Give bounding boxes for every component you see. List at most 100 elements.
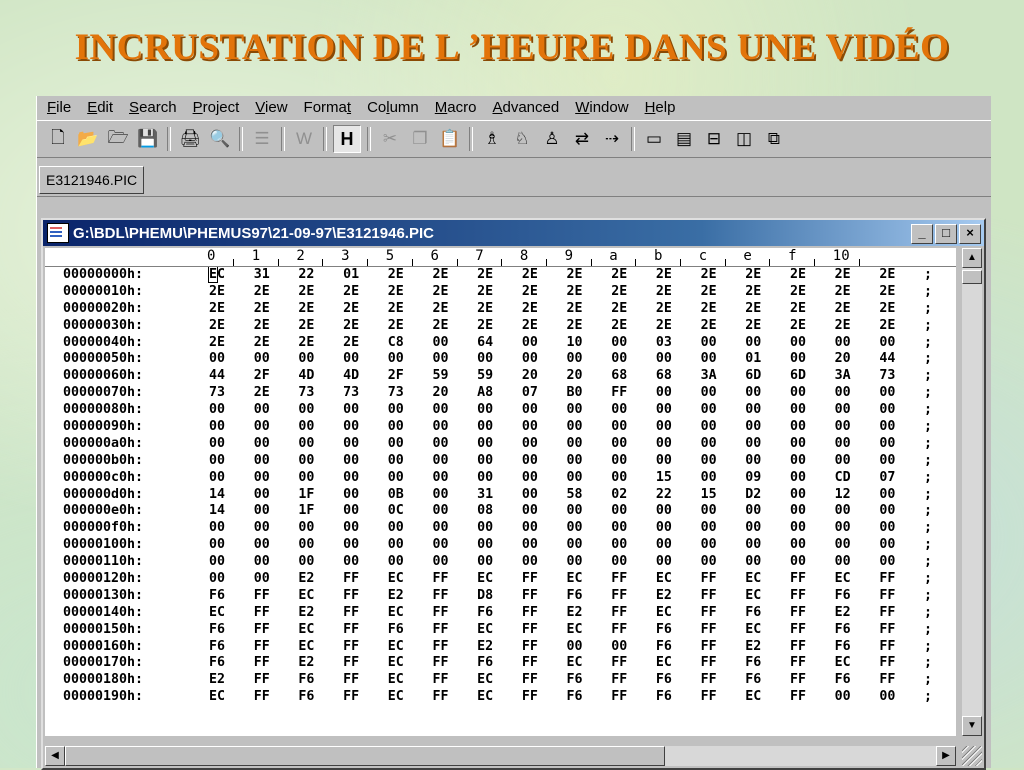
hex-byte[interactable]: 44 xyxy=(879,351,924,368)
hex-byte[interactable]: 00 xyxy=(254,436,299,453)
hex-byte[interactable]: 00 xyxy=(209,554,254,571)
hex-byte[interactable]: 2E xyxy=(254,335,299,352)
hex-byte[interactable]: 15 xyxy=(656,470,701,487)
hex-byte[interactable]: 00 xyxy=(343,470,388,487)
hex-byte[interactable]: FF xyxy=(343,655,388,672)
hex-byte[interactable]: 00 xyxy=(835,453,880,470)
hex-byte[interactable]: 00 xyxy=(567,419,612,436)
hex-byte[interactable]: 00 xyxy=(298,436,343,453)
hex-byte[interactable]: 00 xyxy=(477,554,522,571)
hex-byte[interactable]: 00 xyxy=(835,419,880,436)
hex-byte[interactable]: C8 xyxy=(388,335,433,352)
hex-byte[interactable]: EC xyxy=(298,622,343,639)
hex-byte[interactable]: 64 xyxy=(477,335,522,352)
hex-byte[interactable]: 00 xyxy=(477,402,522,419)
hex-byte[interactable]: FF xyxy=(879,672,924,689)
hex-byte[interactable]: FF xyxy=(701,588,746,605)
hex-byte[interactable]: 00 xyxy=(522,520,567,537)
horizontal-scroll-thumb[interactable] xyxy=(65,746,665,766)
hex-byte[interactable]: F6 xyxy=(567,588,612,605)
hex-byte[interactable]: 00 xyxy=(432,520,477,537)
hex-byte[interactable]: EC xyxy=(388,639,433,656)
hex-byte[interactable]: F6 xyxy=(567,689,612,706)
hex-byte[interactable]: 00 xyxy=(388,554,433,571)
hex-byte[interactable]: 00 xyxy=(477,453,522,470)
hex-byte[interactable]: FF xyxy=(611,385,656,402)
hex-byte[interactable]: 00 xyxy=(477,520,522,537)
hex-byte[interactable]: 2E xyxy=(522,318,567,335)
hex-byte[interactable]: 2E xyxy=(388,267,433,284)
hex-cursor-byte[interactable]: EC xyxy=(207,266,254,284)
hex-byte[interactable]: FF xyxy=(790,655,835,672)
hex-byte[interactable]: 2E xyxy=(432,318,477,335)
hex-byte[interactable]: EC xyxy=(745,571,790,588)
hex-byte[interactable]: 44 xyxy=(209,368,254,385)
hex-byte[interactable]: FF xyxy=(343,622,388,639)
hex-byte[interactable]: 00 xyxy=(209,436,254,453)
hex-byte[interactable]: 00 xyxy=(432,436,477,453)
hex-byte[interactable]: 00 xyxy=(611,436,656,453)
table-row[interactable]: 00000080h: 00 00 00 00 00 00 00 00 00 00 00 00 00 00 00… xyxy=(45,402,956,419)
table-row[interactable]: 00000180h: E2 FF F6 FF EC FF EC FF F6 FF F6 FF F6 FF F6… xyxy=(45,672,956,689)
hex-byte[interactable]: F6 xyxy=(477,655,522,672)
hex-byte[interactable]: 20 xyxy=(432,385,477,402)
hex-byte[interactable]: EC xyxy=(835,571,880,588)
hex-byte[interactable]: EC xyxy=(835,655,880,672)
hex-byte[interactable]: 00 xyxy=(879,689,924,706)
hex-byte[interactable]: F6 xyxy=(477,605,522,622)
hex-byte[interactable]: 00 xyxy=(790,503,835,520)
hex-byte[interactable]: FF xyxy=(790,605,835,622)
hex-byte[interactable]: 02 xyxy=(611,487,656,504)
hex-byte[interactable]: F6 xyxy=(656,672,701,689)
hex-byte[interactable]: FF xyxy=(879,622,924,639)
output-window-icon[interactable]: ▭ xyxy=(641,126,667,152)
close-file-icon[interactable]: 🗁 xyxy=(105,126,131,152)
hex-byte[interactable]: 2E xyxy=(477,318,522,335)
table-row[interactable]: 00000000h: EC 31 22 01 2E 2E 2E 2E 2E 2E 2E 2E 2E 2E 2E… xyxy=(45,266,956,284)
table-row[interactable]: 00000010h: 2E 2E 2E 2E 2E 2E 2E 2E 2E 2E 2E 2E 2E 2E 2E… xyxy=(45,284,956,301)
hex-byte[interactable]: 00 xyxy=(254,537,299,554)
hex-byte[interactable]: 00 xyxy=(701,537,746,554)
hex-byte[interactable]: 00 xyxy=(432,335,477,352)
hex-byte[interactable]: EC xyxy=(388,571,433,588)
hex-byte[interactable]: EC xyxy=(745,588,790,605)
hex-byte[interactable]: 00 xyxy=(611,402,656,419)
hex-byte[interactable]: 00 xyxy=(298,402,343,419)
hex-byte[interactable]: 00 xyxy=(656,385,701,402)
table-row[interactable]: 00000100h: 00 00 00 00 00 00 00 00 00 00 00 00 00 00 00… xyxy=(45,537,956,554)
hex-byte[interactable]: 2E xyxy=(879,318,924,335)
table-row[interactable]: 00000150h: F6 FF EC FF F6 FF EC FF EC FF F6 FF EC FF F6… xyxy=(45,622,956,639)
find-icon[interactable]: ♗ xyxy=(479,126,505,152)
hex-byte[interactable]: 00 xyxy=(388,419,433,436)
hex-byte[interactable]: 00 xyxy=(343,554,388,571)
hex-byte[interactable]: F6 xyxy=(835,622,880,639)
hex-byte[interactable]: 00 xyxy=(343,453,388,470)
hex-byte[interactable]: 2E xyxy=(656,301,701,318)
hex-byte[interactable]: FF xyxy=(790,639,835,656)
menu-project[interactable]: Project xyxy=(185,96,248,120)
hex-byte[interactable]: 4D xyxy=(343,368,388,385)
hex-byte[interactable]: D2 xyxy=(745,487,790,504)
hex-byte[interactable]: 00 xyxy=(701,402,746,419)
hex-byte[interactable]: F6 xyxy=(209,622,254,639)
hex-byte[interactable]: FF xyxy=(611,672,656,689)
goto-icon[interactable]: ⇢ xyxy=(599,126,625,152)
hex-byte[interactable]: 00 xyxy=(254,453,299,470)
menu-file[interactable]: File xyxy=(39,96,79,120)
hex-byte[interactable]: 2E xyxy=(254,301,299,318)
hex-byte[interactable]: 2E xyxy=(432,284,477,301)
table-row[interactable]: 00000190h: EC FF F6 FF EC FF EC FF F6 FF F6 FF EC FF 00… xyxy=(45,689,956,706)
hex-byte[interactable]: F6 xyxy=(209,639,254,656)
hex-byte[interactable]: FF xyxy=(790,571,835,588)
hex-view[interactable]: 0 1 2 3 5 6 7 8 9 a b c e f 10 00000000h: EC 31 22 01 2E 2E 2… xyxy=(45,248,956,736)
hex-byte[interactable]: EC xyxy=(745,622,790,639)
hex-byte[interactable]: 00 xyxy=(567,537,612,554)
hex-byte[interactable]: FF xyxy=(790,689,835,706)
hex-byte[interactable]: 00 xyxy=(701,453,746,470)
hex-byte[interactable]: 00 xyxy=(656,351,701,368)
hex-byte[interactable]: 00 xyxy=(343,487,388,504)
replace-icon[interactable]: ⇄ xyxy=(569,126,595,152)
hex-byte[interactable]: FF xyxy=(522,622,567,639)
hex-byte[interactable]: 2E xyxy=(879,267,924,284)
hex-byte[interactable]: 00 xyxy=(388,351,433,368)
